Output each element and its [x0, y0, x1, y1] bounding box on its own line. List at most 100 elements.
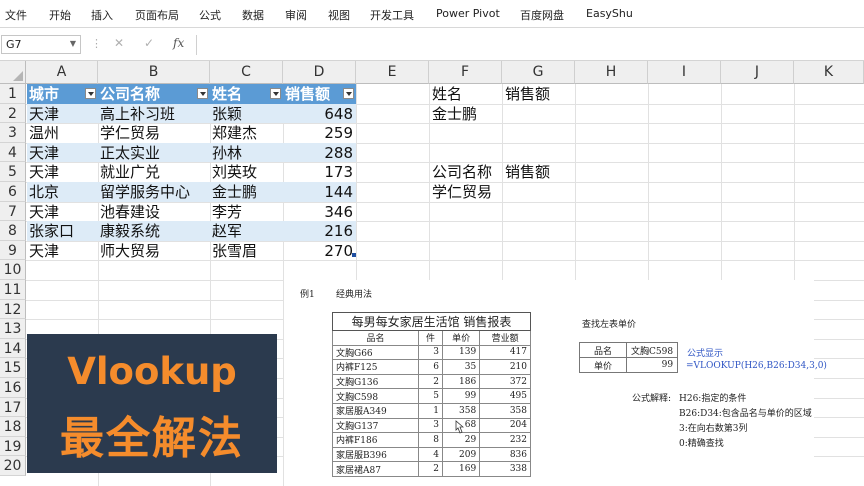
tab-review[interactable]: 审阅 [285, 7, 307, 23]
drag-handle-icon[interactable]: ⋮ [91, 37, 102, 50]
name-box[interactable]: G7 ▼ [1, 35, 81, 54]
row-header-3[interactable]: 3 [0, 123, 26, 143]
table-header-company[interactable]: 公司名称 [98, 84, 210, 104]
table-header-label: 销售额 [285, 85, 331, 103]
table-cell[interactable]: 173 [283, 162, 356, 182]
column-header-b[interactable]: B [98, 61, 210, 84]
row-header-4[interactable]: 4 [0, 142, 26, 163]
cell-f5[interactable]: 公司名称 [430, 162, 502, 182]
table-cell[interactable]: 郑建杰 [210, 123, 283, 143]
row-header-5[interactable]: 5 [0, 162, 26, 182]
tab-home[interactable]: 开始 [49, 7, 71, 23]
table-cell[interactable]: 金士鹏 [210, 182, 283, 202]
table-cell[interactable]: 正太实业 [98, 142, 210, 163]
table-cell[interactable]: 李芳 [210, 202, 283, 222]
table-cell[interactable]: 270 [283, 241, 356, 261]
table-header-name[interactable]: 姓名 [210, 84, 283, 104]
tab-file[interactable]: 文件 [5, 7, 27, 23]
tab-baidu-netdisk[interactable]: 百度网盘 [520, 7, 564, 23]
column-header-k[interactable]: K [794, 61, 864, 84]
column-header-a[interactable]: A [26, 61, 98, 84]
row-header-7[interactable]: 7 [0, 201, 26, 222]
table-cell[interactable]: 留学服务中心 [98, 182, 210, 202]
table-header-city[interactable]: 城市 [27, 84, 98, 104]
row-header-14[interactable]: 14 [0, 338, 26, 359]
table-cell[interactable]: 就业广兑 [98, 162, 210, 182]
row-header-11[interactable]: 11 [0, 280, 26, 300]
row-header-19[interactable]: 19 [0, 436, 26, 457]
tab-formulas[interactable]: 公式 [199, 7, 221, 23]
select-all-button[interactable] [0, 61, 26, 84]
table-cell[interactable]: 康毅系统 [98, 221, 210, 241]
filter-dropdown-icon[interactable] [85, 88, 96, 99]
formula-input[interactable] [196, 35, 864, 55]
filter-dropdown-icon[interactable] [197, 88, 208, 99]
insert-function-icon[interactable]: fx [173, 36, 184, 50]
row-header-20[interactable]: 20 [0, 456, 26, 476]
row-header-9[interactable]: 9 [0, 240, 26, 261]
table-cell[interactable]: 温州 [27, 123, 98, 143]
table-cell[interactable]: 天津 [27, 202, 98, 222]
table-cell[interactable]: 师大贸易 [98, 241, 210, 261]
cell-g1[interactable]: 销售额 [503, 84, 575, 104]
embedded-example-image[interactable]: 例1 经典用法 每男每女家居生活馆 销售报表 品名 件 单价 营业额 文胸G66… [284, 280, 827, 486]
tab-power-pivot[interactable]: Power Pivot [436, 7, 500, 20]
confirm-icon[interactable]: ✓ [144, 36, 154, 50]
table-cell[interactable]: 刘英玫 [210, 162, 283, 182]
tab-developer[interactable]: 开发工具 [370, 7, 414, 23]
cell-f6[interactable]: 学仁贸易 [430, 182, 502, 202]
table-resize-handle[interactable] [352, 253, 356, 257]
table-cell[interactable]: 北京 [27, 182, 98, 202]
table-cell[interactable]: 288 [283, 142, 356, 163]
tab-data[interactable]: 数据 [242, 7, 264, 23]
table-cell[interactable]: 天津 [27, 162, 98, 182]
column-header-f[interactable]: F [429, 61, 502, 84]
table-cell[interactable]: 学仁贸易 [98, 123, 210, 143]
table-cell[interactable]: 天津 [27, 142, 98, 163]
row-header-13[interactable]: 13 [0, 319, 26, 339]
cell-f2[interactable]: 金士鹏 [430, 104, 502, 124]
column-header-d[interactable]: D [283, 61, 356, 84]
table-header-sales[interactable]: 销售额 [283, 84, 356, 104]
row-header-16[interactable]: 16 [0, 378, 26, 398]
table-cell[interactable]: 216 [283, 221, 356, 241]
table-cell[interactable]: 孙林 [210, 142, 283, 163]
column-header-i[interactable]: I [648, 61, 721, 84]
row-header-17[interactable]: 17 [0, 397, 26, 418]
row-header-12[interactable]: 12 [0, 299, 26, 320]
table-cell[interactable]: 池春建设 [98, 202, 210, 222]
table-cell[interactable]: 高上补习班 [98, 103, 210, 124]
cancel-icon[interactable]: ✕ [114, 36, 124, 50]
table-cell[interactable]: 天津 [27, 103, 98, 124]
table-cell[interactable]: 天津 [27, 241, 98, 261]
table-cell[interactable]: 张颖 [210, 103, 283, 124]
tab-page-layout[interactable]: 页面布局 [135, 7, 179, 23]
filter-dropdown-icon[interactable] [343, 88, 354, 99]
tab-easyshu[interactable]: EasyShu [586, 7, 633, 20]
row-header-10[interactable]: 10 [0, 260, 26, 280]
row-header-6[interactable]: 6 [0, 182, 26, 202]
tab-insert[interactable]: 插入 [91, 7, 113, 23]
row-header-15[interactable]: 15 [0, 358, 26, 378]
table-cell[interactable]: 346 [283, 202, 356, 222]
cell-f1[interactable]: 姓名 [430, 84, 502, 104]
table-cell[interactable]: 张家口 [27, 221, 98, 241]
filter-dropdown-icon[interactable] [270, 88, 281, 99]
chevron-down-icon[interactable]: ▼ [70, 39, 76, 48]
table-cell[interactable]: 648 [283, 103, 356, 124]
row-header-1[interactable]: 1 [0, 84, 26, 104]
row-header-2[interactable]: 2 [0, 103, 26, 124]
column-header-j[interactable]: J [721, 61, 794, 84]
table-cell[interactable]: 144 [283, 182, 356, 202]
column-header-g[interactable]: G [502, 61, 575, 84]
tab-view[interactable]: 视图 [328, 7, 350, 23]
table-cell[interactable]: 赵军 [210, 221, 283, 241]
column-header-c[interactable]: C [210, 61, 283, 84]
cell-g5[interactable]: 销售额 [503, 162, 575, 182]
row-header-18[interactable]: 18 [0, 417, 26, 437]
table-cell[interactable]: 259 [283, 123, 356, 143]
row-header-8[interactable]: 8 [0, 221, 26, 241]
table-cell[interactable]: 张雪眉 [210, 241, 283, 261]
column-header-h[interactable]: H [575, 61, 648, 84]
column-header-e[interactable]: E [356, 61, 429, 84]
